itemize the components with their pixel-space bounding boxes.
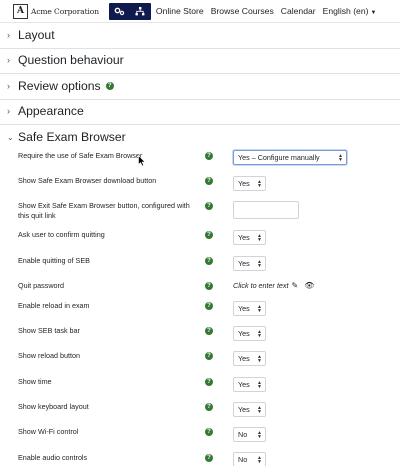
label-reload-exam: Enable reload in exam: [18, 301, 90, 310]
label-enable-quitting: Enable quitting of SEB: [18, 256, 90, 265]
confirm-quit-select[interactable]: Yes ▲ ▼: [233, 230, 266, 245]
help-icon[interactable]: ?: [205, 403, 213, 411]
mouse-cursor-icon: [138, 155, 146, 167]
quit-password-value: Click to enter text: [233, 281, 289, 290]
nav-link-calendar[interactable]: Calendar: [281, 6, 316, 16]
caret-down-icon: ▼: [370, 10, 377, 16]
wifi-control-select[interactable]: No ▲ ▼: [233, 427, 266, 442]
nav-link-browse-courses[interactable]: Browse Courses: [211, 6, 274, 16]
pencil-icon[interactable]: ✎: [292, 281, 299, 290]
navbar-icon-group: [108, 2, 151, 20]
language-label: English (en): [322, 6, 369, 16]
section-title-appearance: Appearance: [18, 104, 84, 118]
label-require-seb: Require the use of Safe Exam Browser: [18, 151, 143, 160]
keyboard-layout-value: Yes: [238, 405, 250, 414]
enable-quitting-value: Yes: [238, 259, 250, 268]
gears-icon[interactable]: [109, 3, 130, 20]
download-button-select[interactable]: Yes ▲ ▼: [233, 176, 266, 191]
chevron-right-icon: ›: [7, 30, 10, 40]
nav-links: Online Store Browse Courses Calendar Eng…: [156, 6, 384, 16]
help-icon[interactable]: ?: [205, 257, 213, 265]
select-arrows-icon: ▲ ▼: [338, 153, 343, 163]
task-bar-select[interactable]: Yes ▲ ▼: [233, 326, 266, 341]
reload-exam-select[interactable]: Yes ▲ ▼: [233, 301, 266, 316]
select-arrows-icon: ▲ ▼: [257, 304, 262, 314]
section-title-layout: Layout: [18, 28, 55, 42]
label-show-time: Show time: [18, 377, 52, 386]
confirm-quit-value: Yes: [238, 233, 250, 242]
enable-quitting-select[interactable]: Yes ▲ ▼: [233, 256, 266, 271]
label-keyboard-layout: Show keyboard layout: [18, 402, 89, 411]
label-download-button: Show Safe Exam Browser download button: [18, 176, 157, 185]
quit-password-editable[interactable]: Click to enter text ✎ 👁: [233, 281, 314, 290]
audio-controls-select[interactable]: No ▲ ▼: [233, 452, 266, 466]
reload-button-value: Yes: [238, 354, 250, 363]
help-icon[interactable]: ?: [205, 152, 213, 160]
label-exit-button: Show Exit Safe Exam Browser button, conf…: [18, 201, 190, 220]
section-title-safe-exam-browser: Safe Exam Browser: [18, 130, 126, 144]
select-arrows-icon: ▲ ▼: [257, 405, 262, 415]
help-icon[interactable]: ?: [205, 302, 213, 310]
label-task-bar: Show SEB task bar: [18, 326, 80, 335]
label-wifi-control: Show Wi-Fi control: [18, 427, 79, 436]
section-title-review-options: Review options: [18, 79, 101, 93]
audio-controls-value: No: [238, 455, 248, 464]
section-title-question-behaviour: Question behaviour: [18, 53, 124, 67]
select-arrows-icon: ▲ ▼: [257, 329, 262, 339]
select-arrows-icon: ▲ ▼: [257, 380, 262, 390]
eye-icon[interactable]: 👁: [304, 281, 314, 290]
quit-link-input[interactable]: [233, 201, 299, 219]
section-layout[interactable]: › Layout: [7, 28, 55, 42]
language-menu[interactable]: English (en) ▼: [323, 6, 377, 16]
brand[interactable]: A Acme Corporation: [13, 3, 99, 20]
download-button-value: Yes: [238, 179, 250, 188]
section-appearance[interactable]: › Appearance: [7, 104, 84, 118]
divider: [0, 99, 400, 100]
label-audio-controls: Enable audio controls: [18, 453, 88, 462]
select-arrows-icon: ▲ ▼: [257, 455, 262, 465]
top-navbar: A Acme Corporation Online Store Browse C…: [0, 0, 400, 23]
help-icon[interactable]: ?: [205, 327, 213, 335]
help-icon[interactable]: ?: [205, 202, 213, 210]
require-seb-value: Yes – Configure manually: [238, 153, 320, 162]
chevron-right-icon: ›: [7, 55, 10, 65]
section-safe-exam-browser[interactable]: ⌄ Safe Exam Browser: [7, 130, 126, 144]
help-icon[interactable]: ?: [205, 378, 213, 386]
sitemap-icon[interactable]: [130, 3, 151, 20]
reload-exam-value: Yes: [238, 304, 250, 313]
keyboard-layout-select[interactable]: Yes ▲ ▼: [233, 402, 266, 417]
divider: [0, 124, 400, 125]
select-arrows-icon: ▲ ▼: [257, 179, 262, 189]
chevron-right-icon: ›: [7, 81, 10, 91]
help-icon[interactable]: ?: [205, 352, 213, 360]
section-review-options[interactable]: › Review options ?: [7, 79, 114, 93]
require-seb-select[interactable]: Yes – Configure manually ▲ ▼: [233, 150, 347, 165]
label-confirm-quit: Ask user to confirm quitting: [18, 230, 105, 239]
select-arrows-icon: ▲ ▼: [257, 430, 262, 440]
select-arrows-icon: ▲ ▼: [257, 354, 262, 364]
show-time-value: Yes: [238, 380, 250, 389]
wifi-control-value: No: [238, 430, 248, 439]
select-arrows-icon: ▲ ▼: [257, 233, 262, 243]
brand-name: Acme Corporation: [31, 6, 99, 16]
help-icon[interactable]: ?: [205, 177, 213, 185]
nav-link-online-store[interactable]: Online Store: [156, 6, 204, 16]
help-icon[interactable]: ?: [205, 428, 213, 436]
label-reload-button: Show reload button: [18, 351, 80, 360]
chevron-down-icon: ⌄: [7, 132, 14, 142]
brand-logo: A: [13, 3, 28, 19]
select-arrows-icon: ▲ ▼: [257, 259, 262, 269]
label-quit-password: Quit password: [18, 281, 64, 290]
task-bar-value: Yes: [238, 329, 250, 338]
show-time-select[interactable]: Yes ▲ ▼: [233, 377, 266, 392]
reload-button-select[interactable]: Yes ▲ ▼: [233, 351, 266, 366]
help-icon[interactable]: ?: [105, 82, 114, 90]
help-icon[interactable]: ?: [205, 231, 213, 239]
help-icon[interactable]: ?: [205, 282, 213, 290]
help-icon[interactable]: ?: [205, 454, 213, 462]
section-question-behaviour[interactable]: › Question behaviour: [7, 53, 124, 67]
chevron-right-icon: ›: [7, 106, 10, 116]
divider: [0, 48, 400, 49]
divider: [0, 73, 400, 74]
